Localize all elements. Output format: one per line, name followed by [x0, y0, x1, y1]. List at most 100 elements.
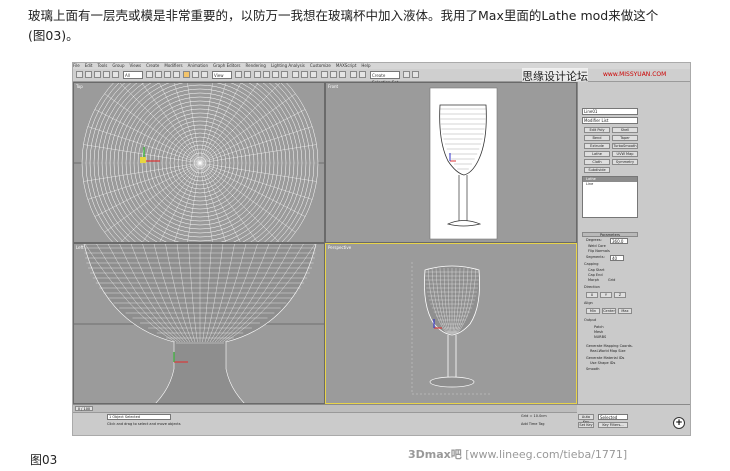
glass-top-view	[74, 83, 324, 242]
smooth-checkbox[interactable]: Smooth	[586, 367, 600, 372]
render-icon[interactable]	[403, 71, 410, 78]
viewport-front[interactable]: Front	[325, 82, 577, 243]
select-icon[interactable]	[146, 71, 153, 78]
region-select-icon[interactable]	[164, 71, 171, 78]
selection-filter-dropdown[interactable]: All	[123, 71, 143, 79]
direction-x-button[interactable]: X	[586, 292, 598, 298]
menu-item[interactable]: Create	[146, 63, 159, 68]
flip-normals-checkbox[interactable]: Flip Normals	[588, 249, 610, 254]
percent-snap-icon[interactable]	[272, 71, 279, 78]
align-center-button[interactable]: Center	[602, 308, 616, 314]
modifier-stack[interactable]: Lathe Line	[582, 176, 638, 218]
menu-item[interactable]: Help	[361, 63, 370, 68]
align-icon[interactable]	[310, 71, 317, 78]
modifier-button[interactable]: Subdivide	[584, 167, 610, 173]
modifier-button[interactable]: Lathe	[584, 151, 610, 157]
manipulate-icon[interactable]	[244, 71, 251, 78]
menu-item[interactable]: Customize	[310, 63, 331, 68]
stack-item-line[interactable]: Line	[583, 182, 637, 187]
degrees-spinner[interactable]: 360.0	[610, 238, 628, 244]
layer-manager-icon[interactable]	[321, 71, 328, 78]
redo-icon[interactable]	[85, 71, 92, 78]
viewport-left[interactable]: Left	[73, 243, 325, 404]
select-by-name-icon[interactable]	[155, 71, 162, 78]
quick-render-icon[interactable]	[412, 71, 419, 78]
menu-item[interactable]: Edit	[85, 63, 93, 68]
direction-z-button[interactable]: Z	[614, 292, 626, 298]
set-key-button[interactable]: Set Key	[578, 422, 594, 428]
viewport-top[interactable]: Top	[73, 82, 325, 243]
degrees-label: Degrees:	[586, 238, 602, 242]
menu-item[interactable]: Modifiers	[164, 63, 182, 68]
menu-item[interactable]: File	[73, 63, 80, 68]
align-max-button[interactable]: Max	[618, 308, 632, 314]
footer-watermark: 3Dmax吧 [www.lineeg.com/tieba/1771]	[408, 446, 627, 462]
menu-item[interactable]: Graph Editors	[213, 63, 240, 68]
glass-side-view	[74, 244, 324, 403]
modifier-button[interactable]: Shell	[612, 127, 638, 133]
segments-spinner[interactable]: 40	[610, 255, 624, 261]
curve-editor-icon[interactable]	[330, 71, 337, 78]
snap-icon[interactable]	[254, 71, 261, 78]
output-group-label: Output	[584, 318, 597, 322]
modifier-button[interactable]: TurboSmooth	[612, 143, 638, 149]
object-name-field[interactable]: Line01	[582, 108, 638, 115]
modifier-button[interactable]: UVW Map	[612, 151, 638, 157]
time-slider[interactable]: 0 / 100	[73, 405, 577, 413]
spinner-snap-icon[interactable]	[281, 71, 288, 78]
key-filters-button[interactable]: Key Filters...	[598, 422, 628, 428]
selection-status: 1 Object Selected	[107, 414, 171, 420]
modifier-button[interactable]: Bend	[584, 135, 610, 141]
watermark-url: www.MISSYUAN.COM	[603, 71, 667, 78]
menu-item[interactable]: Tools	[97, 63, 107, 68]
footer-watermark-site: 3Dmax吧	[408, 448, 462, 461]
modifier-button[interactable]: Cloth	[584, 159, 610, 165]
menu-item[interactable]: MAXScript	[336, 63, 357, 68]
menu-item[interactable]: Rendering	[246, 63, 266, 68]
menu-item[interactable]: Lighting Analysis	[271, 63, 305, 68]
grid-radio[interactable]: Grid	[608, 278, 615, 283]
reference-coord-dropdown[interactable]: View	[212, 71, 232, 79]
viewport-perspective[interactable]: Perspective	[325, 243, 577, 404]
rotate-icon[interactable]	[192, 71, 199, 78]
status-bar: 0 / 100 1 Object Selected Click and drag…	[73, 404, 690, 435]
bind-icon[interactable]	[112, 71, 119, 78]
window-crossing-icon[interactable]	[173, 71, 180, 78]
move-icon[interactable]	[183, 71, 190, 78]
named-selection-dropdown[interactable]: Create Selection Set	[370, 71, 400, 85]
menu-item[interactable]: Animation	[188, 63, 208, 68]
menu-item[interactable]: Views	[130, 63, 142, 68]
key-mode-dropdown[interactable]: Selected	[598, 414, 628, 420]
zoom-in-icon[interactable]: +	[673, 417, 685, 429]
scale-icon[interactable]	[201, 71, 208, 78]
use-shape-ids-checkbox[interactable]: Use Shape IDs	[590, 361, 615, 366]
morph-radio[interactable]: Morph	[588, 278, 599, 283]
named-selection-icon[interactable]	[292, 71, 299, 78]
direction-y-button[interactable]: Y	[600, 292, 612, 298]
angle-snap-icon[interactable]	[263, 71, 270, 78]
modifier-list-dropdown[interactable]: Modifier List	[582, 117, 638, 124]
parameters-rollout[interactable]: Parameters	[582, 232, 638, 237]
auto-key-button[interactable]: Auto Key	[578, 414, 594, 424]
render-setup-icon[interactable]	[359, 71, 366, 78]
undo-icon[interactable]	[76, 71, 83, 78]
menu-item[interactable]: Group	[112, 63, 124, 68]
modifier-button[interactable]: Extrude	[584, 143, 610, 149]
modifier-button[interactable]: Taper	[612, 135, 638, 141]
time-slider-thumb[interactable]: 0 / 100	[75, 406, 93, 411]
material-editor-icon[interactable]	[350, 71, 357, 78]
unlink-icon[interactable]	[103, 71, 110, 78]
mirror-icon[interactable]	[301, 71, 308, 78]
pivot-icon[interactable]	[235, 71, 242, 78]
figure-label: 图03	[30, 453, 58, 467]
capping-group-label: Capping	[584, 262, 599, 266]
real-world-map-checkbox[interactable]: Real-World Map Size	[590, 349, 626, 354]
modifier-button[interactable]: Symmetry	[612, 159, 638, 165]
add-time-tag-button[interactable]: Add Time Tag	[521, 422, 545, 427]
link-icon[interactable]	[94, 71, 101, 78]
output-nurbs-radio[interactable]: NURBS	[594, 335, 606, 340]
modifier-button[interactable]: Edit Poly	[584, 127, 610, 133]
3dsmax-screenshot: File Edit Tools Group Views Create Modifiers An…	[72, 62, 691, 436]
align-min-button[interactable]: Min	[586, 308, 600, 314]
schematic-view-icon[interactable]	[339, 71, 346, 78]
